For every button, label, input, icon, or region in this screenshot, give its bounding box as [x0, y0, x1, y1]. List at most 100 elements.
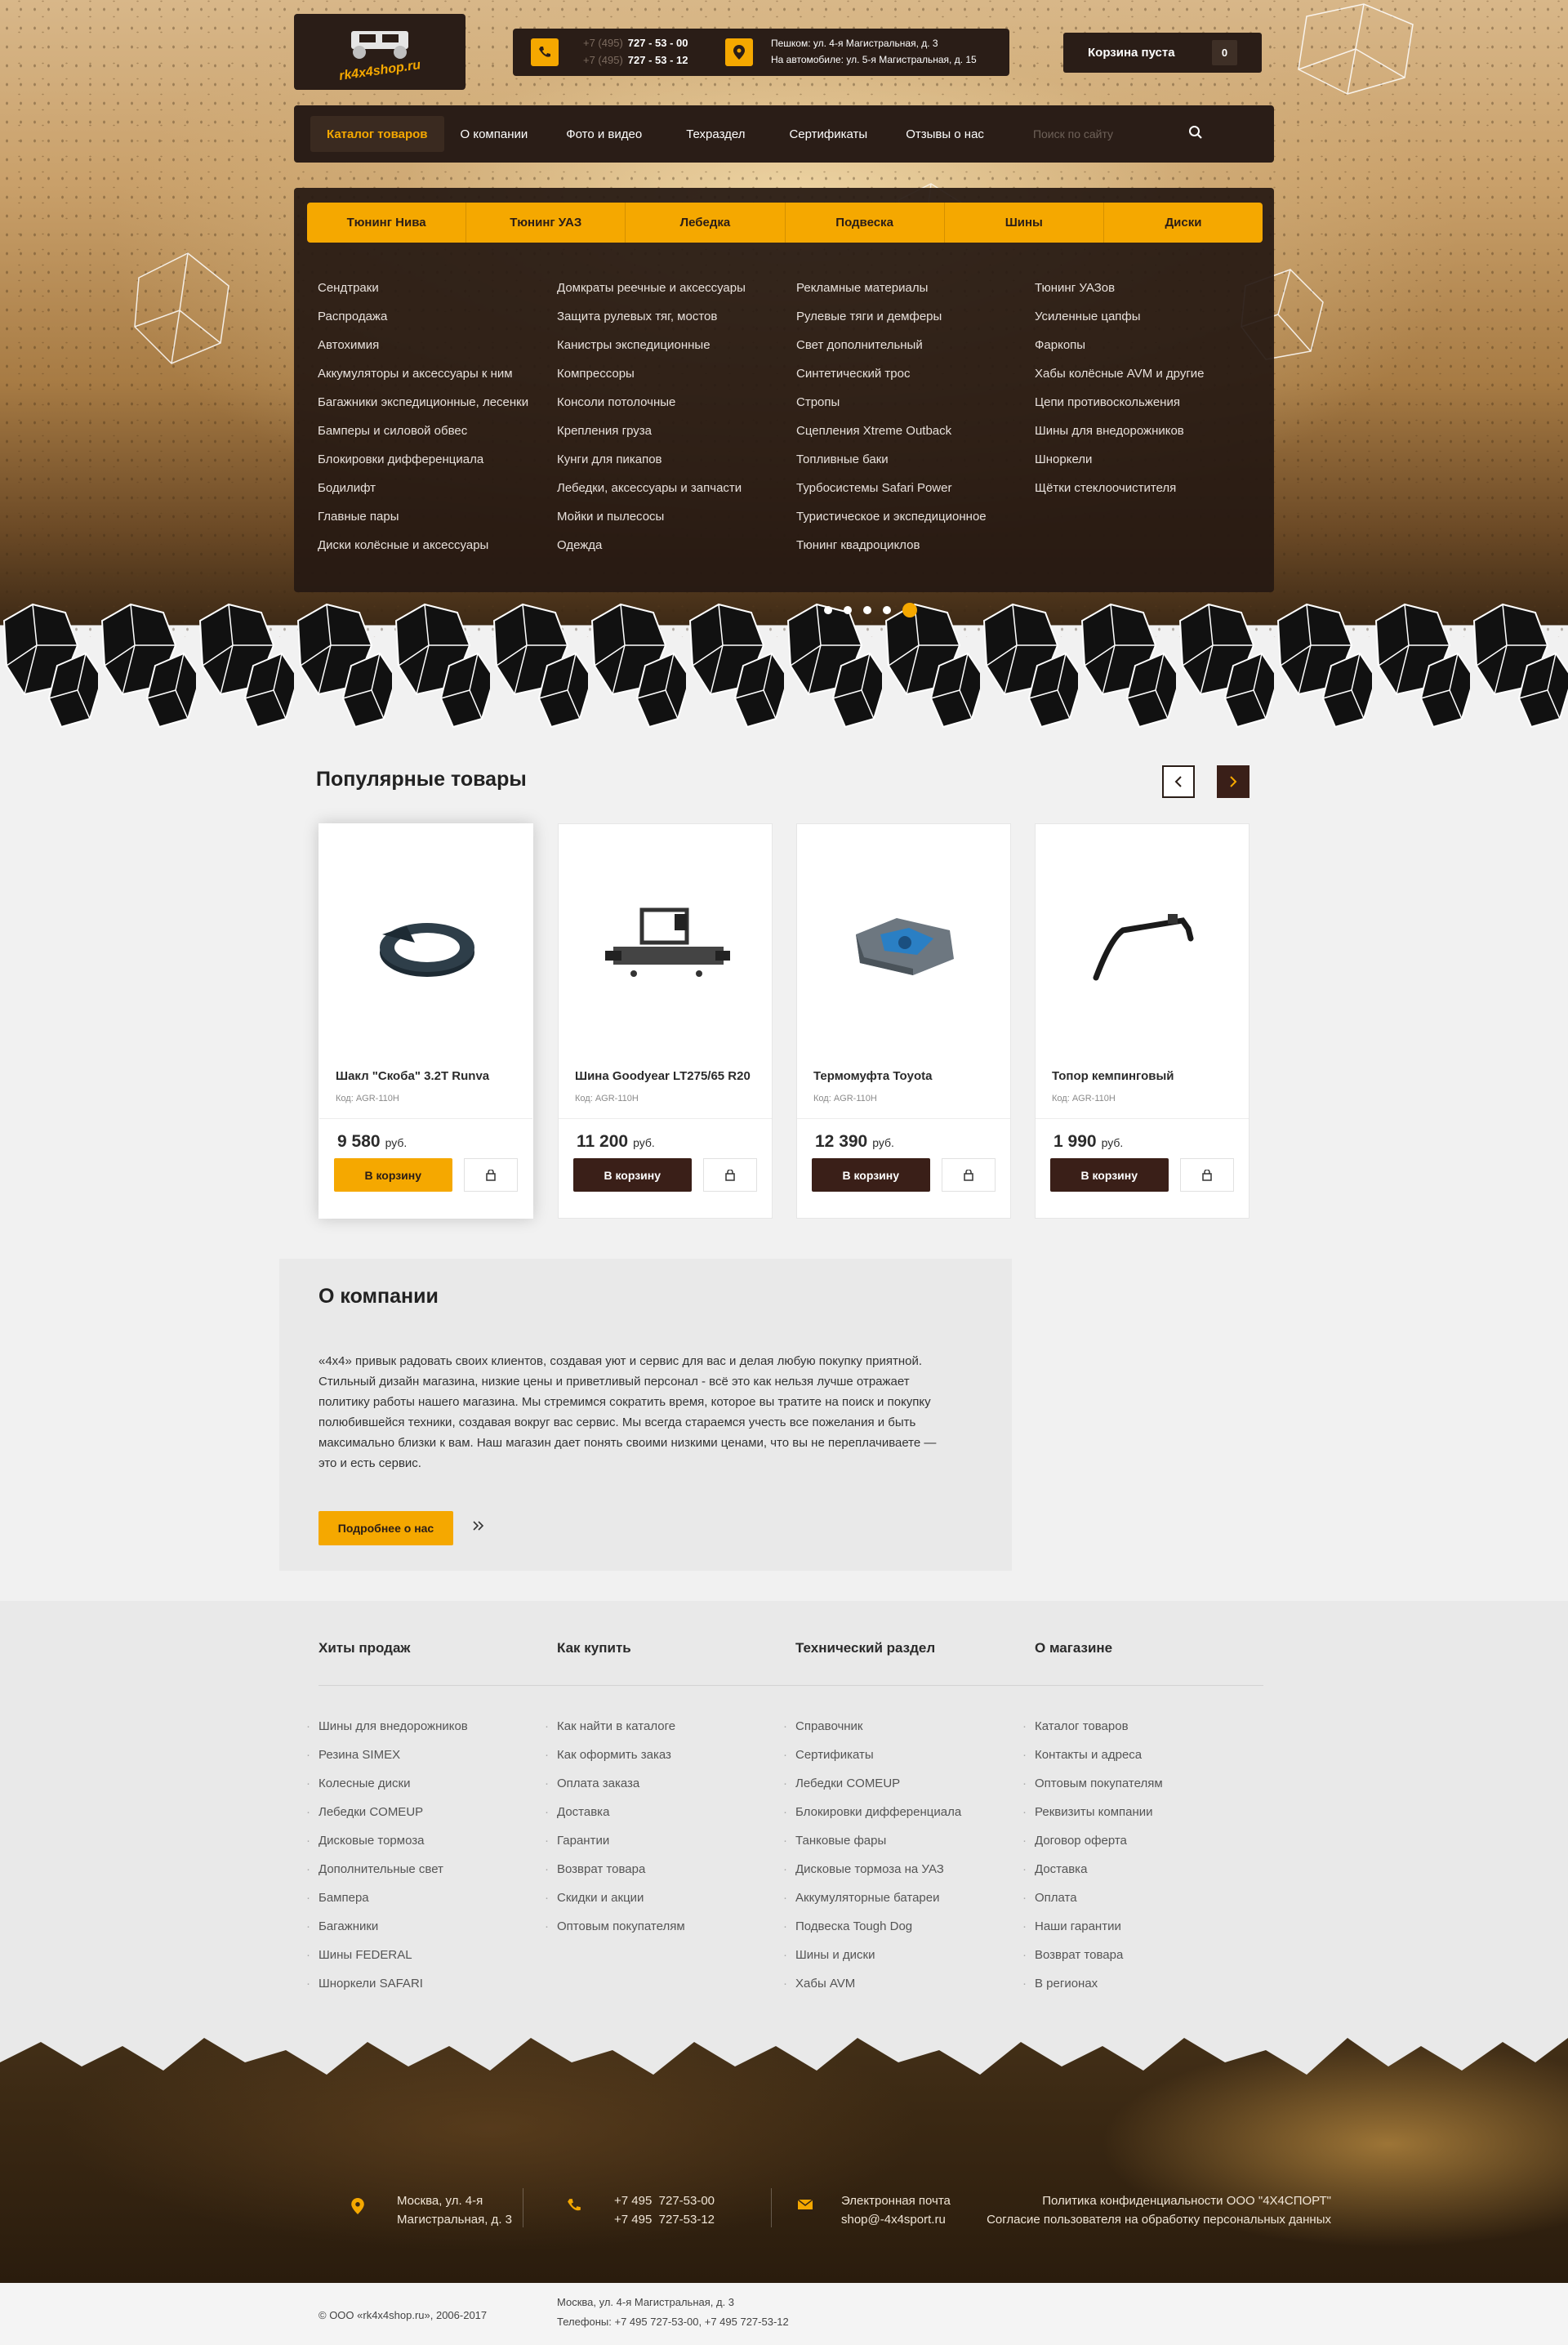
product-card[interactable]: Топор кемпинговый Код: AGR-110H 1 990 руб…	[1035, 823, 1250, 1219]
catalog-link[interactable]: Компрессоры	[557, 359, 746, 388]
catalog-link[interactable]: Свет дополнительный	[796, 331, 987, 359]
about-more-button[interactable]: Подробнее о нас	[318, 1511, 453, 1545]
footer-link[interactable]: Колесные диски	[306, 1769, 468, 1798]
catalog-link[interactable]: Багажники экспедиционные, лесенки	[318, 388, 528, 417]
search-input[interactable]: Поиск по сайту	[1033, 127, 1164, 140]
nav-media[interactable]: Фото и видео	[544, 116, 664, 152]
footer-link[interactable]: Блокировки дифференциала	[783, 1798, 961, 1826]
nav-about[interactable]: О компании	[444, 116, 545, 152]
catalog-link[interactable]: Рулевые тяги и демферы	[796, 302, 987, 331]
product-card[interactable]: Шакл "Скоба" 3.2T Runva Код: AGR-110H 9 …	[318, 823, 533, 1219]
product-name[interactable]: Топор кемпинговый	[1036, 1069, 1249, 1094]
product-name[interactable]: Шина Goodyear LT275/65 R20	[559, 1069, 772, 1094]
prev-arrow-button[interactable]	[1162, 765, 1195, 798]
header-phones[interactable]: +7 (495) 727 - 53 - 00 +7 (495) 727 - 53 -…	[583, 34, 688, 69]
footer-link[interactable]: Справочник	[783, 1712, 961, 1741]
footer-link[interactable]: Гарантии	[545, 1826, 685, 1855]
tab-suspension[interactable]: Подвеска	[786, 203, 945, 243]
slider-dot[interactable]	[844, 606, 852, 614]
search-icon[interactable]	[1188, 125, 1203, 144]
catalog-link[interactable]: Консоли потолочные	[557, 388, 746, 417]
nav-catalog[interactable]: Каталог товаров	[310, 116, 444, 152]
footer-link[interactable]: Как оформить заказ	[545, 1741, 685, 1769]
catalog-link[interactable]: Бамперы и силовой обвес	[318, 417, 528, 445]
privacy-policy-link[interactable]: Политика конфиденциальности ООО "4Х4СПОР…	[980, 2191, 1331, 2210]
add-to-cart-button[interactable]: В корзину	[1050, 1158, 1169, 1192]
footer-link[interactable]: Шины FEDERAL	[306, 1941, 468, 1969]
footer-link[interactable]: Дисковые тормоза на УАЗ	[783, 1855, 961, 1884]
quick-buy-button[interactable]	[1179, 1158, 1234, 1192]
catalog-link[interactable]: Сендтраки	[318, 274, 528, 302]
footer-link[interactable]: Дополнительные свет	[306, 1855, 468, 1884]
footer-link[interactable]: Доставка	[545, 1798, 685, 1826]
catalog-link[interactable]: Блокировки дифференциала	[318, 445, 528, 474]
catalog-link[interactable]: Турбосистемы Safari Power	[796, 474, 987, 502]
footer-link[interactable]: Танковые фары	[783, 1826, 961, 1855]
catalog-link[interactable]: Фаркопы	[1035, 331, 1205, 359]
catalog-link[interactable]: Усиленные цапфы	[1035, 302, 1205, 331]
product-image-strap[interactable]	[319, 824, 534, 1069]
add-to-cart-button[interactable]: В корзину	[334, 1158, 452, 1192]
footer-link[interactable]: Реквизиты компании	[1022, 1798, 1163, 1826]
footer-email[interactable]: Электронная почта shop@-4x4sport.ru	[841, 2191, 951, 2229]
footer-link[interactable]: Скидки и акции	[545, 1884, 685, 1912]
catalog-link[interactable]: Мойки и пылесосы	[557, 502, 746, 531]
footer-phones[interactable]: +7 495 727-53-00 +7 495 727-53-12	[614, 2191, 715, 2229]
catalog-link[interactable]: Туристическое и экспедиционное	[796, 502, 987, 531]
product-card[interactable]: Шина Goodyear LT275/65 R20 Код: AGR-110H…	[558, 823, 773, 1219]
catalog-link[interactable]: Домкраты реечные и аксессуары	[557, 274, 746, 302]
product-name[interactable]: Шакл "Скоба" 3.2T Runva	[319, 1069, 532, 1094]
slider-dot[interactable]	[883, 606, 891, 614]
nav-certificates[interactable]: Сертификаты	[767, 116, 889, 152]
catalog-link[interactable]: Шноркели	[1035, 445, 1205, 474]
footer-link[interactable]: Контакты и адреса	[1022, 1741, 1163, 1769]
site-logo[interactable]: rk4x4shop.ru	[294, 14, 466, 90]
footer-link[interactable]: Багажники	[306, 1912, 468, 1941]
slider-dot-active[interactable]	[902, 603, 917, 617]
footer-link[interactable]: Хабы AVM	[783, 1969, 961, 1998]
tab-uaz[interactable]: Тюнинг УАЗ	[466, 203, 626, 243]
catalog-link[interactable]: Щётки стеклоочистителя	[1035, 474, 1205, 502]
add-to-cart-button[interactable]: В корзину	[573, 1158, 692, 1192]
nav-tech[interactable]: Техраздел	[664, 116, 767, 152]
footer-link[interactable]: Оптовым покупателям	[545, 1912, 685, 1941]
footer-link[interactable]: Оплата заказа	[545, 1769, 685, 1798]
catalog-link[interactable]: Топливные баки	[796, 445, 987, 474]
catalog-link[interactable]: Защита рулевых тяг, мостов	[557, 302, 746, 331]
catalog-link[interactable]: Сцепления Xtreme Outback	[796, 417, 987, 445]
catalog-link[interactable]: Стропы	[796, 388, 987, 417]
footer-link[interactable]: В регионах	[1022, 1969, 1163, 1998]
catalog-link[interactable]: Одежда	[557, 531, 746, 560]
slider-dot[interactable]	[824, 606, 832, 614]
footer-link[interactable]: Аккумуляторные батареи	[783, 1884, 961, 1912]
catalog-link[interactable]: Хабы колёсные AVM и другие	[1035, 359, 1205, 388]
footer-link[interactable]: Лебедки COMEUP	[783, 1769, 961, 1798]
product-card[interactable]: Термомуфта Toyota Код: AGR-110H 12 390 ру…	[796, 823, 1011, 1219]
footer-link[interactable]: Лебедки COMEUP	[306, 1798, 468, 1826]
catalog-link[interactable]: Главные пары	[318, 502, 528, 531]
tab-niva[interactable]: Тюнинг Нива	[307, 203, 467, 243]
catalog-link[interactable]: Кунги для пикапов	[557, 445, 746, 474]
cart-button[interactable]: Корзина пуста 0	[1063, 33, 1262, 73]
tab-winch[interactable]: Лебедка	[626, 203, 786, 243]
next-arrow-button[interactable]	[1217, 765, 1250, 798]
footer-link[interactable]: Наши гарантии	[1022, 1912, 1163, 1941]
footer-link[interactable]: Договор оферта	[1022, 1826, 1163, 1855]
catalog-link[interactable]: Распродажа	[318, 302, 528, 331]
footer-link[interactable]: Каталог товаров	[1022, 1712, 1163, 1741]
footer-link[interactable]: Шины и диски	[783, 1941, 961, 1969]
catalog-link[interactable]: Лебедки, аксессуары и запчасти	[557, 474, 746, 502]
footer-link[interactable]: Оптовым покупателям	[1022, 1769, 1163, 1798]
tab-tires[interactable]: Шины	[945, 203, 1104, 243]
catalog-link[interactable]: Шины для внедорожников	[1035, 417, 1205, 445]
product-image-skid-plate[interactable]	[797, 824, 1012, 1069]
catalog-link[interactable]: Крепления груза	[557, 417, 746, 445]
catalog-link[interactable]: Тюнинг УАЗов	[1035, 274, 1205, 302]
nav-reviews[interactable]: Отзывы о нас	[889, 116, 1000, 152]
catalog-link[interactable]: Аккумуляторы и аксессуары к ним	[318, 359, 528, 388]
product-image-tire-carrier[interactable]	[559, 824, 773, 1069]
add-to-cart-button[interactable]: В корзину	[812, 1158, 930, 1192]
footer-link[interactable]: Резина SIMEX	[306, 1741, 468, 1769]
footer-link[interactable]: Как найти в каталоге	[545, 1712, 685, 1741]
double-chevron-right-icon[interactable]	[472, 1519, 485, 1536]
